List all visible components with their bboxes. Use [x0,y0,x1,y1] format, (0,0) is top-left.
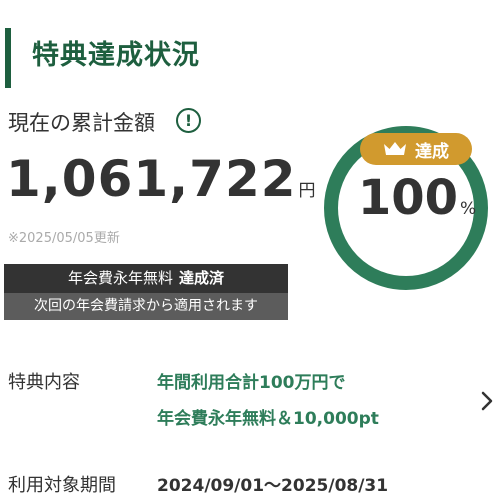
exclamation-circle-icon[interactable]: ! [176,108,201,133]
benefit-details-link[interactable]: 年間利用合計100万円で 年会費永年無料＆10,000pt [150,364,496,440]
status-headline-strong: 達成済 [179,269,225,287]
period-label: 利用対象期間 [8,475,116,496]
title-accent-bar [5,28,11,88]
period-value: 2024/09/01〜2025/08/31 [157,476,389,496]
crown-icon [384,142,406,155]
benefit-status-page: 特典達成状況 現在の累計金額 ! 1,061,722 円 ※2025/05/05更… [0,0,500,500]
cumulative-amount-unit: 円 [298,181,316,201]
progress-percent-unit: % [460,199,477,219]
status-headline: 年会費永年無料 達成済 [4,264,288,293]
benefit-line-2: 年会費永年無料＆10,000pt [157,409,379,429]
status-headline-text: 年会費永年無料 [67,269,173,287]
achieved-badge: 達成 [360,133,472,165]
benefit-line-1: 年間利用合計100万円で [157,373,346,393]
update-date-note: ※2025/05/05更新 [8,231,120,246]
cumulative-amount-label: 現在の累計金額 [8,111,155,135]
progress-percent-value: 100 [357,170,459,226]
status-box: 年会費永年無料 達成済 次回の年会費請求から適用されます [4,264,288,320]
status-note: 次回の年会費請求から適用されます [4,293,288,320]
cumulative-amount: 1,061,722 円 [6,146,316,224]
benefit-label: 特典内容 [8,372,80,393]
chevron-right-icon [481,391,493,411]
achieved-badge-label: 達成 [415,141,449,162]
progress-percent: 100% [352,168,482,239]
page-title: 特典達成状況 [32,40,200,71]
cumulative-amount-value: 1,061,722 [6,150,297,208]
